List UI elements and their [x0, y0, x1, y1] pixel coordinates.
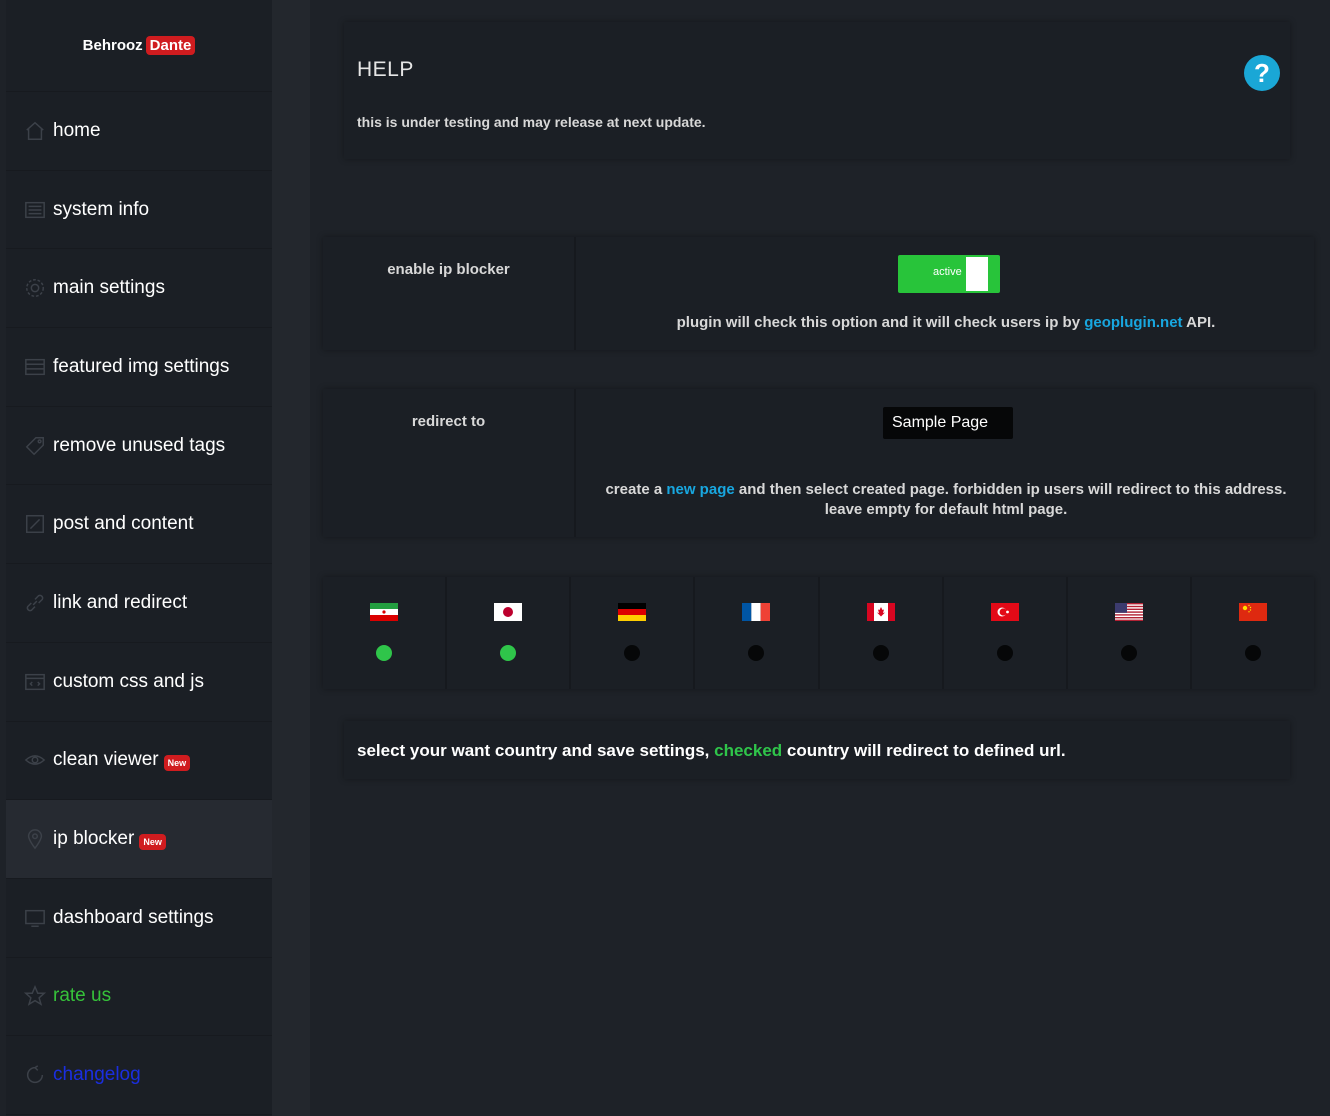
new-badge: New — [163, 755, 191, 772]
country-help-text: select your want country and save settin… — [357, 741, 1066, 761]
ip-blocker-content: active plugin will check this option and… — [578, 237, 1314, 350]
redirect-page-select[interactable]: Sample Page — [883, 407, 1013, 439]
country-cell-china[interactable] — [1192, 577, 1314, 689]
country-unchecked-indicator[interactable] — [748, 645, 765, 661]
country-help-panel: select your want country and save settin… — [344, 721, 1290, 779]
country-unchecked-indicator[interactable] — [996, 645, 1013, 661]
country-unchecked-indicator[interactable] — [872, 645, 889, 661]
sidebar-item-ip-blocker[interactable]: ip blocker New — [6, 800, 272, 879]
sidebar-item-label: post and content — [53, 513, 194, 535]
turkey-flag — [990, 603, 1019, 621]
sidebar-item-post-and-content[interactable]: post and content — [6, 485, 272, 565]
sidebar-item-label: ip blocker — [53, 828, 135, 850]
note-text: API. — [1186, 314, 1216, 331]
list-icon — [24, 199, 46, 221]
note-text: create a — [605, 481, 663, 498]
country-checked-indicator[interactable] — [500, 645, 517, 661]
sidebar-item-label: rate us — [53, 985, 112, 1007]
note-text: select your want country and save settin… — [357, 741, 710, 760]
iran-flag — [370, 603, 399, 621]
sidebar-item-label: main settings — [53, 277, 165, 299]
sidebar-item-remove-unused-tags[interactable]: remove unused tags — [6, 406, 272, 486]
pin-icon — [24, 828, 46, 850]
note-text: and then select created page. forbidden … — [738, 481, 1287, 498]
sidebar-item-system-info[interactable]: system info — [6, 170, 272, 250]
redirect-label: redirect to — [323, 389, 576, 537]
ip-blocker-note: plugin will check this option and it wil… — [578, 314, 1314, 331]
japan-flag — [494, 603, 523, 621]
sidebar-item-custom-css-and-js[interactable]: custom css and js — [6, 642, 272, 722]
country-cell-iran[interactable] — [323, 577, 448, 689]
sidebar-item-link-and-redirect[interactable]: link and redirect — [6, 564, 272, 643]
ip-blocker-row: enable ip blocker active plugin will che… — [323, 237, 1314, 350]
sidebar-item-label: link and redirect — [53, 591, 188, 613]
country-cell-turkey[interactable] — [944, 577, 1068, 689]
help-title: HELP — [357, 58, 414, 81]
code-icon — [24, 671, 46, 693]
sidebar-item-label: clean viewer — [53, 749, 159, 771]
ip-blocker-toggle[interactable]: active — [898, 255, 1000, 293]
redirect-content: Sample Page create a new page and then s… — [578, 389, 1314, 537]
sidebar-item-label: changelog — [53, 1064, 141, 1086]
star-icon — [24, 985, 46, 1007]
checked-highlight: checked — [714, 741, 783, 760]
sidebar-item-label: home — [53, 119, 101, 141]
sidebar-item-label: remove unused tags — [53, 434, 226, 456]
sidebar-item-featured-img-settings[interactable]: featured img settings — [6, 328, 272, 407]
country-cell-germany[interactable] — [571, 577, 696, 689]
sidebar-item-label: dashboard settings — [53, 906, 214, 928]
help-icon[interactable]: ? — [1244, 55, 1280, 91]
sidebar-item-dashboard-settings[interactable]: dashboard settings — [6, 878, 272, 958]
canada-flag — [866, 603, 895, 621]
country-cell-canada[interactable] — [820, 577, 944, 689]
geoplugin-link[interactable]: geoplugin.net — [1084, 314, 1182, 331]
sidebar-item-label: custom css and js — [53, 670, 204, 692]
france-flag — [742, 603, 771, 621]
sidebar-gutter — [272, 0, 310, 1116]
toggle-label: active — [933, 266, 962, 278]
sidebar-item-home[interactable]: home — [6, 92, 272, 171]
gear-icon — [24, 277, 46, 299]
link-icon — [24, 592, 46, 614]
sidebar-item-changelog[interactable]: changelog — [6, 1036, 272, 1115]
country-unchecked-indicator[interactable] — [1244, 645, 1261, 661]
brand-name: Behrooz — [82, 37, 143, 54]
usa-flag — [1114, 603, 1143, 621]
help-panel: HELP this is under testing and may relea… — [344, 22, 1290, 159]
sidebar: Behrooz Dante home system info main sett… — [6, 0, 272, 1116]
brand-tag: Dante — [145, 36, 196, 55]
country-cell-japan[interactable] — [447, 577, 572, 689]
toggle-knob — [966, 257, 988, 291]
country-selector — [323, 577, 1314, 689]
sidebar-item-rate-us[interactable]: rate us — [6, 957, 272, 1037]
country-cell-usa[interactable] — [1068, 577, 1192, 689]
sidebar-item-label: system info — [53, 198, 150, 220]
home-icon — [24, 120, 46, 142]
china-flag — [1238, 603, 1267, 621]
country-cell-france[interactable] — [695, 577, 820, 689]
country-unchecked-indicator[interactable] — [624, 645, 641, 661]
redirect-note: create a new page and then select create… — [578, 480, 1314, 520]
refresh-icon — [24, 1064, 46, 1086]
monitor-icon — [24, 907, 46, 929]
redirect-row: redirect to Sample Page create a new pag… — [323, 389, 1314, 537]
note-text: country will redirect to defined url. — [786, 741, 1066, 760]
sidebar-item-label: featured img settings — [53, 355, 230, 377]
sidebar-item-main-settings[interactable]: main settings — [6, 249, 272, 329]
image-icon — [24, 356, 46, 378]
sidebar-item-clean-viewer[interactable]: clean viewer New — [6, 721, 272, 801]
country-checked-indicator[interactable] — [376, 645, 393, 661]
new-badge: New — [139, 834, 166, 851]
ip-blocker-label: enable ip blocker — [323, 237, 576, 350]
edit-icon — [24, 513, 46, 535]
germany-flag — [618, 603, 647, 621]
tag-icon — [24, 435, 46, 457]
note-text: leave empty for default html page. — [824, 501, 1068, 518]
note-text: plugin will check this option and it wil… — [676, 314, 1081, 331]
help-text: this is under testing and may release at… — [357, 114, 706, 130]
brand-logo: Behrooz Dante — [6, 0, 272, 92]
new-page-link[interactable]: new page — [666, 481, 734, 498]
country-unchecked-indicator[interactable] — [1120, 645, 1137, 661]
eye-icon — [24, 749, 46, 771]
